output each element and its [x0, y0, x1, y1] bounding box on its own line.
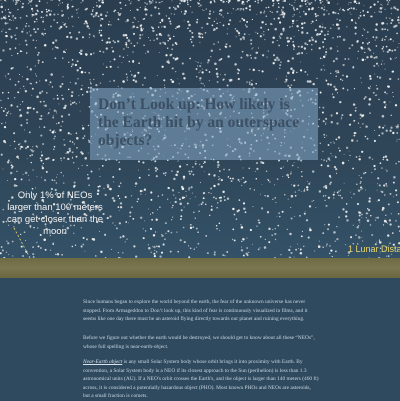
- near-earth-object-link[interactable]: Near-Earth object: [83, 359, 122, 365]
- article-section: Since humans began to explore the world …: [0, 278, 400, 400]
- article-paragraph-definition: Near-Earth object is any small Solar Sys…: [83, 358, 319, 401]
- article-paragraph-intro: Since humans began to explore the world …: [83, 299, 308, 323]
- lunar-distance-label: 1 Lunar Distance: [348, 244, 400, 254]
- article-paragraph-neos: Before we figure out whether the earth w…: [83, 335, 315, 350]
- callout-leader-line: [13, 227, 31, 259]
- hero-visualization: Don’t Look up: How likely is the Earth h…: [0, 0, 400, 278]
- definition-text: is any small Solar System body whose orb…: [83, 359, 319, 400]
